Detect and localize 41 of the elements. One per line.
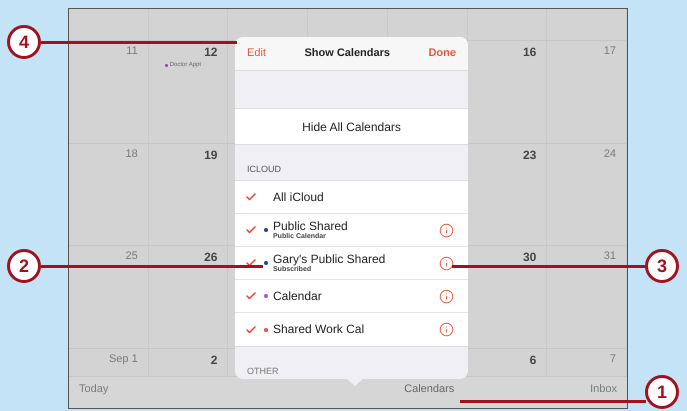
checkmark-icon <box>245 290 257 302</box>
callout-number: 4 <box>7 25 41 59</box>
day-number: 7 <box>610 352 616 367</box>
calendars-button[interactable]: Calendars <box>404 381 454 398</box>
checkmark-icon <box>245 191 257 203</box>
day-number: 23 <box>522 147 536 164</box>
day-number: 18 <box>125 147 138 162</box>
day-number: 26 <box>204 249 218 266</box>
info-icon[interactable] <box>439 256 454 270</box>
day-number: 17 <box>604 44 616 59</box>
calendar-row[interactable]: Calendar <box>235 280 468 313</box>
callout-number: 3 <box>645 249 679 283</box>
info-icon[interactable] <box>439 322 454 337</box>
checkmark-icon <box>245 324 257 336</box>
calendar-name: Calendar <box>273 290 323 302</box>
calendar-name: Shared Work Cal <box>273 323 366 336</box>
day-number: 31 <box>604 249 616 264</box>
day-number: 19 <box>204 147 218 164</box>
day-number: 24 <box>604 147 616 162</box>
day-number: 12 <box>204 44 218 61</box>
info-icon[interactable] <box>439 222 454 238</box>
calendar-name: Gary's Public Shared <box>273 253 386 266</box>
day-number: 25 <box>125 249 138 264</box>
day-number: Sep 1 <box>108 352 138 367</box>
calendar-row[interactable]: All iCloud <box>235 181 468 214</box>
day-number: 11 <box>126 44 138 59</box>
day-number: 2 <box>210 352 218 369</box>
callout-number: 1 <box>645 375 679 409</box>
calendar-row[interactable]: Shared Work Cal <box>235 313 468 346</box>
day-number: 6 <box>530 352 536 369</box>
checkmark-icon <box>245 224 257 236</box>
calendar-name: Public Shared <box>273 220 349 233</box>
section-header: ICLOUD <box>247 162 282 176</box>
callout-number: 2 <box>7 249 41 283</box>
hide-all-calendars-button[interactable]: Hide All Calendars <box>235 108 468 145</box>
day-number: 30 <box>522 249 536 266</box>
calendar-name: All iCloud <box>273 190 325 204</box>
section-header: OTHER <box>247 364 278 378</box>
info-icon[interactable] <box>439 288 454 304</box>
day-number: 16 <box>522 44 536 61</box>
popover-title: Show Calendars <box>304 46 390 62</box>
